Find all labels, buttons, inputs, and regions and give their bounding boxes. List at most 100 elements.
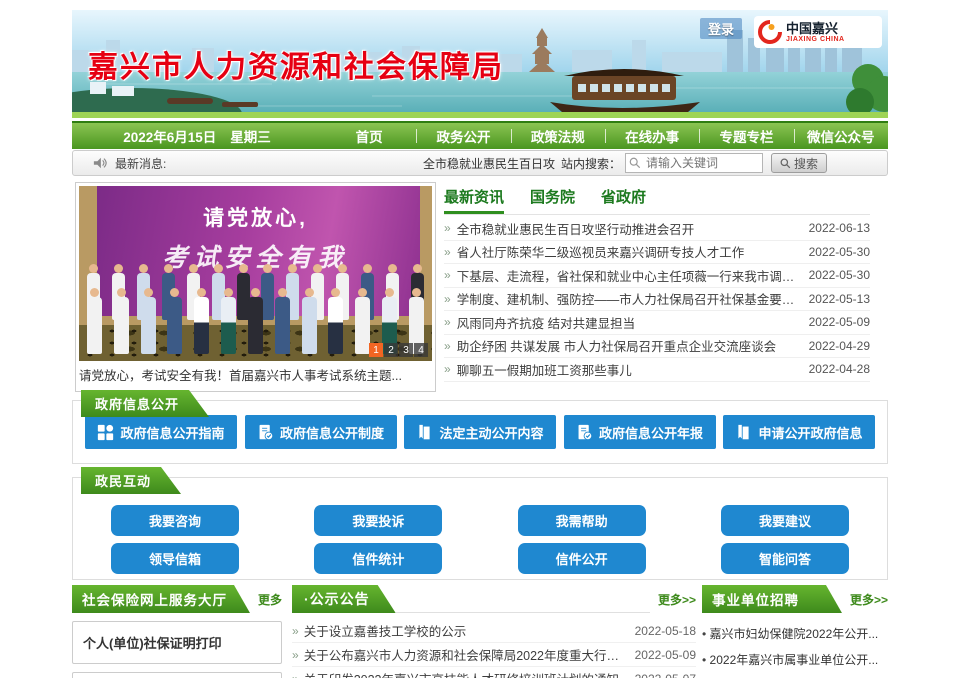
news-item-title[interactable]: 风雨同舟齐抗疫 结对共建显担当 <box>457 313 800 332</box>
main-navbar: 2022年6月15日 星期三 首页 政务公开 政策法规 在线办事 专题专栏 微信… <box>72 121 888 149</box>
date-text: 2022年6月15日 <box>123 126 216 146</box>
logo-text-cn: 中国嘉兴 <box>786 22 845 36</box>
news-item-date: 2022-04-29 <box>800 339 870 353</box>
jiaxing-logo[interactable]: 中国嘉兴 JIAXING CHINA <box>754 16 882 48</box>
news-item[interactable]: » 助企纾困 共谋发展 市人力社保局召开重点企业交流座谈会 2022-04-29 <box>444 335 870 359</box>
recruitment-item[interactable]: 2022年嘉兴市卫生健康委员会... <box>702 673 888 678</box>
tab-latest-news[interactable]: 最新资讯 <box>444 186 504 214</box>
bottom-row: 社会保险网上服务大厅 更多 个人(单位)社保证明打印 办事指南 ·公示公告 更多… <box>72 585 888 678</box>
social-insurance-more-link[interactable]: 更多 <box>258 591 282 608</box>
nav-item-wechat[interactable]: 微信公众号 <box>794 123 888 149</box>
svc-item-cert-print[interactable]: 个人(单位)社保证明打印 <box>72 621 282 664</box>
pager-1[interactable]: 1 <box>369 343 383 357</box>
search-input[interactable] <box>625 153 763 173</box>
nav-item-gov-disclosure[interactable]: 政务公开 <box>416 123 510 149</box>
ticker-scrolling-text[interactable]: 全市稳就业惠民生百日攻 <box>423 155 555 172</box>
announcements-more-link[interactable]: 更多>> <box>658 591 696 608</box>
login-button[interactable]: 登录 <box>700 18 742 39</box>
news-item-title[interactable]: 聊聊五一假期加班工资那些事儿 <box>457 360 800 379</box>
search-button-icon <box>780 158 791 169</box>
person-figure <box>326 288 345 354</box>
news-item[interactable]: » 聊聊五一假期加班工资那些事儿 2022-04-28 <box>444 358 870 382</box>
btn-consult[interactable]: 我要咨询 <box>111 505 239 536</box>
btn-apply-disclosure[interactable]: 申请公开政府信息 <box>723 415 875 449</box>
item-arrow-icon: » <box>444 268 451 282</box>
btn-suggest[interactable]: 我要建议 <box>721 505 849 536</box>
btn-statutory-disclosure[interactable]: 法定主动公开内容 <box>404 415 556 449</box>
carousel-caption[interactable]: 请党放心，考试安全有我！首届嘉兴市人事考试系统主题... <box>79 364 432 388</box>
recruitment-item[interactable]: 嘉兴市妇幼保健院2022年公开... <box>702 621 888 647</box>
search-input-icon <box>629 157 641 169</box>
weekday-text: 星期三 <box>230 126 271 146</box>
book-icon <box>416 424 433 441</box>
btn-annual-report[interactable]: 政府信息公开年报 <box>564 415 716 449</box>
tab-state-council[interactable]: 国务院 <box>530 186 575 214</box>
news-item-title[interactable]: 学制度、建机制、强防控——市人力社保局召开社保基金要情专题学习会 <box>457 289 800 308</box>
news-item[interactable]: » 全市稳就业惠民生百日攻坚行动推进会召开 2022-06-13 <box>444 217 870 241</box>
section-title-ribbon: 政民互动 <box>81 467 181 494</box>
item-arrow-icon: » <box>444 339 451 353</box>
person-figure <box>85 288 104 354</box>
news-item-date: 2022-05-30 <box>800 245 870 259</box>
announcements-title: ·公示公告 <box>292 585 396 613</box>
nav-item-policy[interactable]: 政策法规 <box>511 123 605 149</box>
recruitment-item[interactable]: 2022年嘉兴市属事业单位公开... <box>702 647 888 673</box>
btn-complain[interactable]: 我要投诉 <box>314 505 442 536</box>
nav-item-special-topics[interactable]: 专题专栏 <box>699 123 793 149</box>
btn-smart-qa[interactable]: 智能问答 <box>721 543 849 574</box>
btn-label: 申请公开政府信息 <box>758 423 862 442</box>
person-figure <box>246 288 265 354</box>
news-list: » 全市稳就业惠民生百日攻坚行动推进会召开 2022-06-13 » 省人社厅陈… <box>444 217 870 382</box>
item-arrow-icon: » <box>292 648 299 662</box>
tab-provincial-gov[interactable]: 省政府 <box>601 186 646 214</box>
pager-4[interactable]: 4 <box>414 343 428 357</box>
btn-letter-stats[interactable]: 信件统计 <box>314 543 442 574</box>
nav-item-online-service[interactable]: 在线办事 <box>605 123 699 149</box>
pager-3[interactable]: 3 <box>399 343 413 357</box>
search-button[interactable]: 搜索 <box>771 153 827 173</box>
news-item[interactable]: » 学制度、建机制、强防控——市人力社保局召开社保基金要情专题学习会 2022-… <box>444 288 870 312</box>
doc-check-icon <box>257 424 274 441</box>
announcement-title[interactable]: 关于设立嘉善技工学校的公示 <box>304 621 628 640</box>
interaction-buttons: 我要咨询 我要投诉 我需帮助 我要建议 领导信箱 信件统计 信件公开 智能问答 <box>73 478 887 574</box>
announcement-item[interactable]: » 关于公布嘉兴市人力资源和社会保障局2022年度重大行政决策事... 2022… <box>292 643 696 667</box>
carousel-pager: 1 2 3 4 <box>369 343 428 357</box>
announcement-title[interactable]: 关于公布嘉兴市人力资源和社会保障局2022年度重大行政决策事... <box>304 645 628 664</box>
btn-leader-mailbox[interactable]: 领导信箱 <box>111 543 239 574</box>
recruitment-more-link[interactable]: 更多>> <box>850 591 888 608</box>
announcement-item[interactable]: » 关于印发2022年嘉兴市高技能人才研修培训班计划的通知 2022-05-07 <box>292 667 696 678</box>
news-item[interactable]: » 省人社厅陈荣华二级巡视员来嘉兴调研专技人才工作 2022-05-30 <box>444 241 870 265</box>
btn-need-help[interactable]: 我需帮助 <box>518 505 646 536</box>
speaker-icon <box>93 156 107 170</box>
btn-disclosure-system[interactable]: 政府信息公开制度 <box>245 415 397 449</box>
site-search-label: 站内搜索： <box>561 155 621 172</box>
news-item-title[interactable]: 省人社厅陈荣华二级巡视员来嘉兴调研专技人才工作 <box>457 242 800 261</box>
item-arrow-icon: » <box>444 362 451 376</box>
section-gov-info-disclosure: 政府信息公开 政府信息公开指南 政府信息公开制度 <box>72 400 888 464</box>
social-insurance-title: 社会保险网上服务大厅 <box>72 585 250 613</box>
news-item-title[interactable]: 下基层、走流程，省社保和就业中心主任项薇一行来我市调研"国统"上线情况 <box>457 266 800 285</box>
btn-disclosure-guide[interactable]: 政府信息公开指南 <box>85 415 237 449</box>
grid-icon <box>97 424 114 441</box>
recruitment-column: 事业单位招聘 更多>> 嘉兴市妇幼保健院2022年公开... 2022年嘉兴市属… <box>702 585 888 678</box>
news-item-title[interactable]: 助企纾困 共谋发展 市人力社保局召开重点企业交流座谈会 <box>457 336 800 355</box>
ticker-label: 最新消息: <box>115 155 166 172</box>
announcement-title[interactable]: 关于印发2022年嘉兴市高技能人才研修培训班计划的通知 <box>304 669 628 678</box>
section-citizen-interaction: 政民互动 我要咨询 我要投诉 我需帮助 我要建议 领导信箱 信件统计 信件公开 … <box>72 477 888 580</box>
svc-item-guide[interactable]: 办事指南 <box>72 672 282 678</box>
news-item[interactable]: » 下基层、走流程，省社保和就业中心主任项薇一行来我市调研"国统"上线情况 20… <box>444 264 870 288</box>
person-figure <box>300 288 319 354</box>
pager-2[interactable]: 2 <box>384 343 398 357</box>
btn-label: 政府信息公开制度 <box>280 423 384 442</box>
btn-letter-disclosure[interactable]: 信件公开 <box>518 543 646 574</box>
carousel-photo[interactable]: 请党放心, 考试安全有我 1 2 3 4 <box>79 186 432 361</box>
page-title: 嘉兴市人力资源和社会保障局 <box>88 42 504 86</box>
search-box <box>625 153 763 173</box>
book-icon <box>735 424 752 441</box>
news-item-title[interactable]: 全市稳就业惠民生百日攻坚行动推进会召开 <box>457 219 800 238</box>
news-item[interactable]: » 风雨同舟齐抗疫 结对共建显担当 2022-05-09 <box>444 311 870 335</box>
nav-item-home[interactable]: 首页 <box>322 123 416 149</box>
announcement-item[interactable]: » 关于设立嘉善技工学校的公示 2022-05-18 <box>292 619 696 643</box>
news-item-date: 2022-05-30 <box>800 268 870 282</box>
photo-carousel: 请党放心, 考试安全有我 1 2 3 4 请党放心，考试安全有我！首届嘉兴市人事… <box>75 182 436 392</box>
